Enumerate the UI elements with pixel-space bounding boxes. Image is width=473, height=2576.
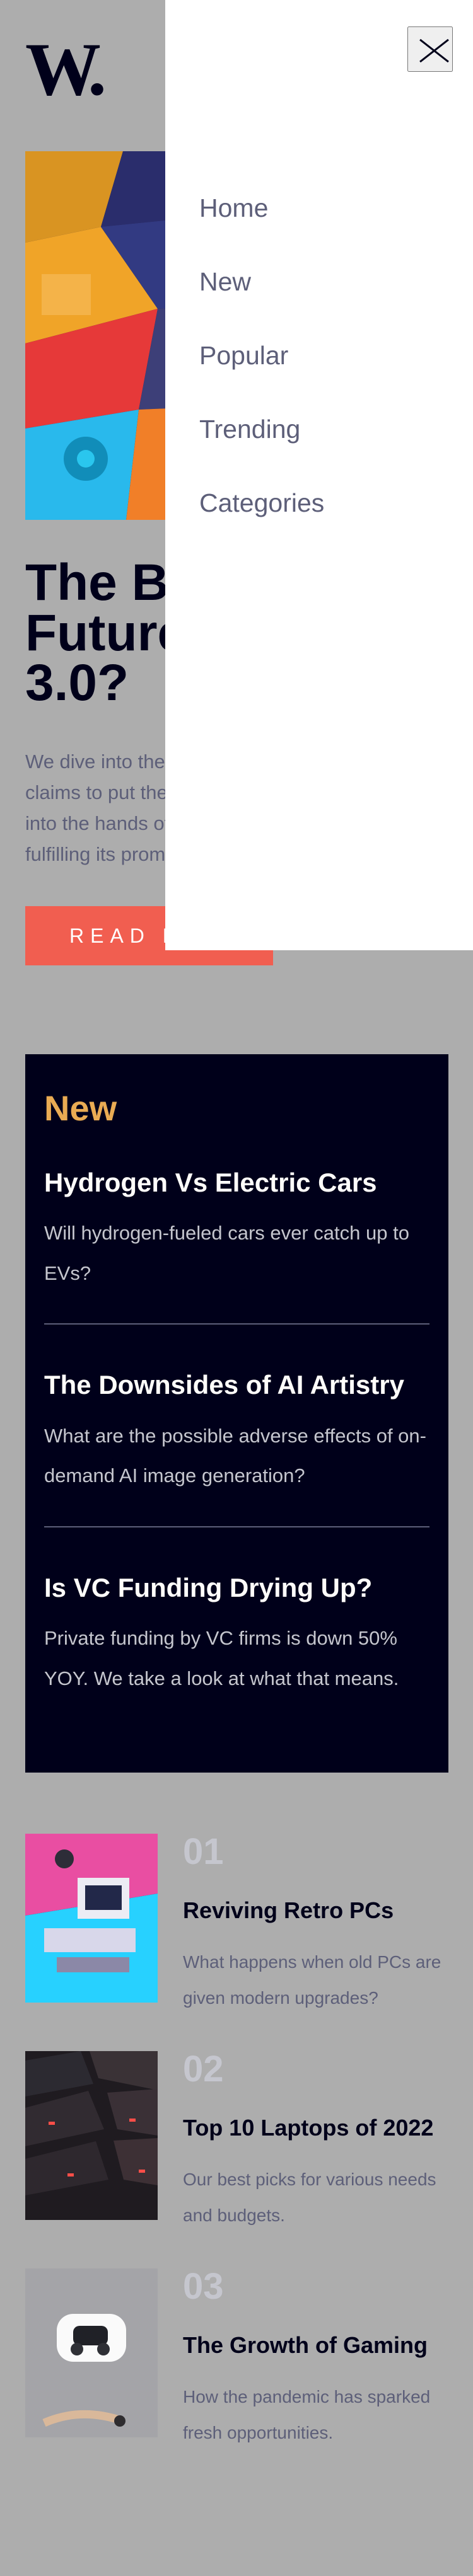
rank-number: 01 [183,1831,224,1872]
ranked-item[interactable]: 02 Top 10 Laptops of 2022 Our best picks… [25,2051,448,2268]
nav-menu: Home New Popular Trending Categories [199,195,324,564]
ranked-item[interactable]: 01 Reviving Retro PCs What happens when … [25,1834,448,2051]
news-item[interactable]: The Downsides of AI Artistry What are th… [44,1370,429,1527]
news-description: Private funding by VC firms is down 50% … [44,1627,399,1689]
nav-item-popular[interactable]: Popular [199,343,324,369]
news-title[interactable]: The Downsides of AI Artistry [44,1370,429,1400]
ranked-description: How the pandemic has sparked fresh oppor… [183,2387,431,2443]
ranked-title[interactable]: Top 10 Laptops of 2022 [183,2115,454,2141]
news-item[interactable]: Hydrogen Vs Electric Cars Will hydrogen-… [44,1168,429,1325]
news-title[interactable]: Is VC Funding Drying Up? [44,1573,429,1603]
nav-item-new[interactable]: New [199,269,324,295]
ranked-item[interactable]: 03 The Growth of Gaming How the pandemic… [25,2268,448,2486]
ranked-title[interactable]: Reviving Retro PCs [183,1897,454,1923]
news-title[interactable]: Hydrogen Vs Electric Cars [44,1168,429,1198]
new-section-title: New [44,1088,117,1128]
new-section: New Hydrogen Vs Electric Cars Will hydro… [25,1054,448,1773]
ranked-description: What happens when old PCs are given mode… [183,1952,441,2008]
ranked-description: Our best picks for various needs and bud… [183,2170,436,2226]
ranked-articles: 01 Reviving Retro PCs What happens when … [25,1834,448,2486]
gaming-image[interactable] [25,2268,158,2437]
rank-number: 02 [183,2049,224,2090]
nav-drawer: Home New Popular Trending Categories [165,0,473,950]
nav-item-trending[interactable]: Trending [199,417,324,442]
nav-item-categories[interactable]: Categories [199,490,324,516]
close-icon[interactable] [407,26,453,72]
retro-pc-image[interactable] [25,1834,158,2003]
news-item[interactable]: Is VC Funding Drying Up? Private funding… [44,1573,429,1728]
rank-number: 03 [183,2266,224,2307]
news-description: Will hydrogen-fueled cars ever catch up … [44,1222,409,1284]
logo[interactable]: W. [25,32,107,107]
ranked-title[interactable]: The Growth of Gaming [183,2332,454,2358]
laptops-image[interactable] [25,2051,158,2220]
news-description: What are the possible adverse effects of… [44,1424,426,1487]
nav-item-home[interactable]: Home [199,195,324,221]
